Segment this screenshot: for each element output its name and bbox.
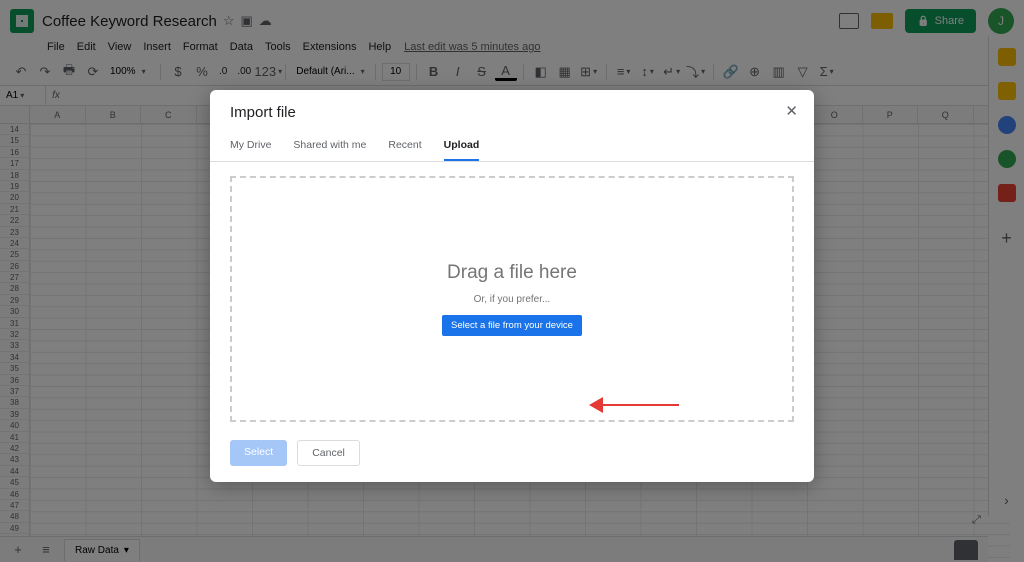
cancel-button[interactable]: Cancel [297, 440, 360, 466]
select-button[interactable]: Select [230, 440, 287, 466]
drag-file-text: Drag a file here [447, 262, 577, 284]
dialog-tab-my-drive[interactable]: My Drive [230, 131, 271, 161]
dialog-tab-recent[interactable]: Recent [388, 131, 421, 161]
annotation-arrow [589, 400, 679, 410]
import-file-dialog: Import file ✕ My Drive Shared with me Rece… [210, 90, 814, 482]
dialog-title: Import file [210, 90, 814, 131]
select-file-from-device-button[interactable]: Select a file from your device [442, 315, 582, 336]
dialog-tab-upload[interactable]: Upload [444, 131, 480, 161]
close-dialog-button[interactable]: ✕ [785, 102, 798, 120]
upload-dropzone[interactable]: Drag a file here Or, if you prefer... Se… [230, 176, 794, 422]
dialog-tab-shared-with-me[interactable]: Shared with me [293, 131, 366, 161]
or-text: Or, if you prefer... [474, 294, 551, 305]
modal-overlay: Import file ✕ My Drive Shared with me Rece… [0, 0, 1024, 562]
